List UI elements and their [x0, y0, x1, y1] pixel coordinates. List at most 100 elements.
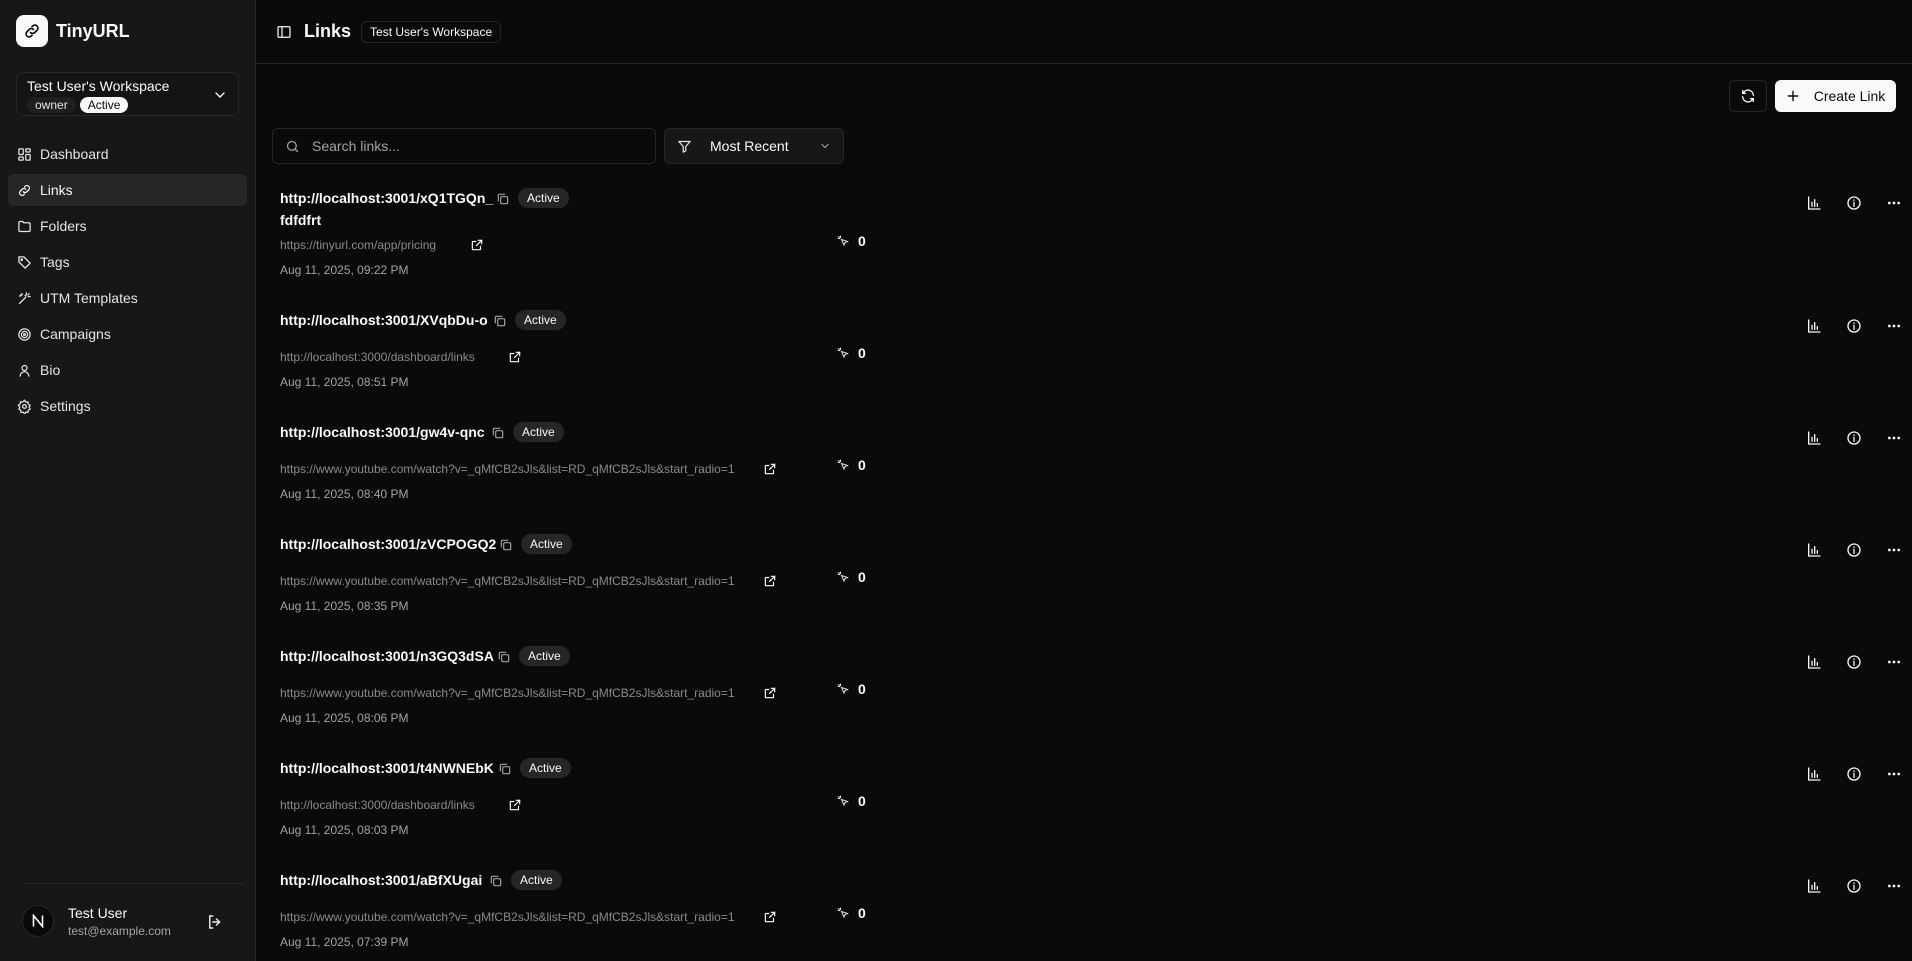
status-badge: Active	[511, 870, 562, 890]
short-url[interactable]: http://localhost:3001/aBfXUgai	[280, 872, 482, 888]
info-icon[interactable]	[1846, 318, 1862, 334]
copy-icon[interactable]	[498, 762, 512, 776]
search-input[interactable]	[312, 138, 632, 154]
destination-url[interactable]: https://www.youtube.com/watch?v=_qMfCB2s…	[280, 574, 735, 588]
info-icon[interactable]	[1846, 195, 1862, 211]
analytics-icon[interactable]	[1806, 766, 1822, 782]
sidebar-item-campaigns[interactable]: Campaigns	[8, 318, 247, 350]
sidebar-item-folders[interactable]: Folders	[8, 210, 247, 242]
link-row: http://localhost:3001/gw4v-qnc Active ht…	[272, 422, 1900, 502]
click-count: 0	[858, 457, 866, 473]
brand[interactable]: TinyURL	[0, 0, 255, 62]
external-link-icon[interactable]	[470, 238, 484, 252]
search-box[interactable]	[272, 128, 656, 164]
external-link-icon[interactable]	[508, 798, 522, 812]
status-badge: Active	[515, 310, 566, 330]
more-options-icon[interactable]	[1886, 318, 1902, 334]
info-icon[interactable]	[1846, 654, 1862, 670]
more-options-icon[interactable]	[1886, 430, 1902, 446]
destination-url[interactable]: http://localhost:3000/dashboard/links	[280, 350, 475, 364]
info-icon[interactable]	[1846, 766, 1862, 782]
analytics-icon[interactable]	[1806, 542, 1822, 558]
status-badge: Active	[513, 422, 564, 442]
cursor-click-icon	[837, 907, 849, 919]
copy-icon[interactable]	[493, 314, 507, 328]
sidebar-item-settings[interactable]: Settings	[8, 390, 247, 422]
info-icon[interactable]	[1846, 430, 1862, 446]
short-url[interactable]: http://localhost:3001/n3GQ3dSA	[280, 648, 494, 664]
refresh-icon	[1742, 89, 1754, 103]
external-link-icon[interactable]	[763, 910, 777, 924]
chevron-down-icon	[215, 92, 225, 98]
sort-value: Most Recent	[710, 138, 789, 154]
workspace-pill: Test User's Workspace	[361, 20, 502, 43]
filter-icon	[678, 140, 691, 153]
workspace-status-badge: Active	[79, 97, 129, 113]
destination-url[interactable]: http://localhost:3000/dashboard/links	[280, 798, 475, 812]
sidebar-item-utm-templates[interactable]: UTM Templates	[8, 282, 247, 314]
sidebar-item-bio[interactable]: Bio	[8, 354, 247, 386]
click-count: 0	[858, 793, 866, 809]
sidebar-item-label: Settings	[40, 398, 91, 414]
destination-url[interactable]: https://www.youtube.com/watch?v=_qMfCB2s…	[280, 462, 735, 476]
info-icon[interactable]	[1846, 878, 1862, 894]
analytics-icon[interactable]	[1806, 654, 1822, 670]
sidebar-item-label: Campaigns	[40, 326, 111, 342]
logout-icon[interactable]	[206, 913, 224, 931]
workspace-role: owner	[27, 97, 76, 113]
info-icon[interactable]	[1846, 542, 1862, 558]
copy-icon[interactable]	[489, 874, 503, 888]
click-count: 0	[858, 681, 866, 697]
external-link-icon[interactable]	[763, 462, 777, 476]
status-badge: Active	[518, 188, 569, 208]
more-options-icon[interactable]	[1886, 195, 1902, 211]
cursor-click-icon	[837, 347, 849, 359]
user-icon	[16, 362, 32, 378]
more-options-icon[interactable]	[1886, 878, 1902, 894]
sidebar-item-dashboard[interactable]: Dashboard	[8, 138, 247, 170]
analytics-icon[interactable]	[1806, 430, 1822, 446]
workspace-name: Test User's Workspace	[27, 78, 170, 94]
sidebar-item-links[interactable]: Links	[8, 174, 247, 206]
more-options-icon[interactable]	[1886, 654, 1902, 670]
copy-icon[interactable]	[496, 192, 510, 206]
short-url[interactable]: http://localhost:3001/zVCPOGQ2	[280, 536, 496, 552]
destination-url[interactable]: https://www.youtube.com/watch?v=_qMfCB2s…	[280, 910, 735, 924]
analytics-icon[interactable]	[1806, 195, 1822, 211]
analytics-icon[interactable]	[1806, 878, 1822, 894]
short-url[interactable]: http://localhost:3001/XVqbDu-o	[280, 312, 488, 328]
short-url[interactable]: http://localhost:3001/t4NWNEbK	[280, 760, 494, 776]
more-options-icon[interactable]	[1886, 542, 1902, 558]
status-badge: Active	[520, 758, 571, 778]
copy-icon[interactable]	[497, 650, 511, 664]
click-count: 0	[858, 569, 866, 585]
topbar: Links Test User's Workspace	[256, 0, 1912, 64]
sort-select[interactable]: Most Recent	[664, 128, 844, 164]
short-url[interactable]: http://localhost:3001/xQ1TGQn_	[280, 190, 493, 206]
short-url-wrap[interactable]: fdfdfrt	[280, 212, 321, 228]
short-url[interactable]: http://localhost:3001/gw4v-qnc	[280, 424, 485, 440]
more-options-icon[interactable]	[1886, 766, 1902, 782]
external-link-icon[interactable]	[763, 686, 777, 700]
app-name: TinyURL	[56, 20, 130, 41]
chevron-down-icon	[819, 140, 831, 152]
link-row: http://localhost:3001/n3GQ3dSA Active ht…	[272, 646, 1900, 726]
divider	[24, 883, 245, 884]
external-link-icon[interactable]	[763, 574, 777, 588]
destination-url[interactable]: https://tinyurl.com/app/pricing	[280, 238, 436, 252]
create-link-button[interactable]: Create Link	[1775, 80, 1896, 112]
tag-icon	[16, 254, 32, 270]
analytics-icon[interactable]	[1806, 318, 1822, 334]
created-date: Aug 11, 2025, 08:40 PM	[280, 487, 409, 501]
destination-url[interactable]: https://www.youtube.com/watch?v=_qMfCB2s…	[280, 686, 735, 700]
created-date: Aug 11, 2025, 08:03 PM	[280, 823, 409, 837]
sidebar-item-tags[interactable]: Tags	[8, 246, 247, 278]
sidebar-toggle-icon[interactable]	[274, 22, 294, 42]
copy-icon[interactable]	[499, 538, 513, 552]
external-link-icon[interactable]	[508, 350, 522, 364]
link-row: http://localhost:3001/aBfXUgai Active ht…	[272, 870, 1900, 950]
avatar[interactable]	[22, 905, 54, 937]
workspace-switcher[interactable]: Test User's Workspace owner Active	[16, 72, 239, 116]
copy-icon[interactable]	[491, 426, 505, 440]
refresh-button[interactable]	[1729, 80, 1767, 112]
